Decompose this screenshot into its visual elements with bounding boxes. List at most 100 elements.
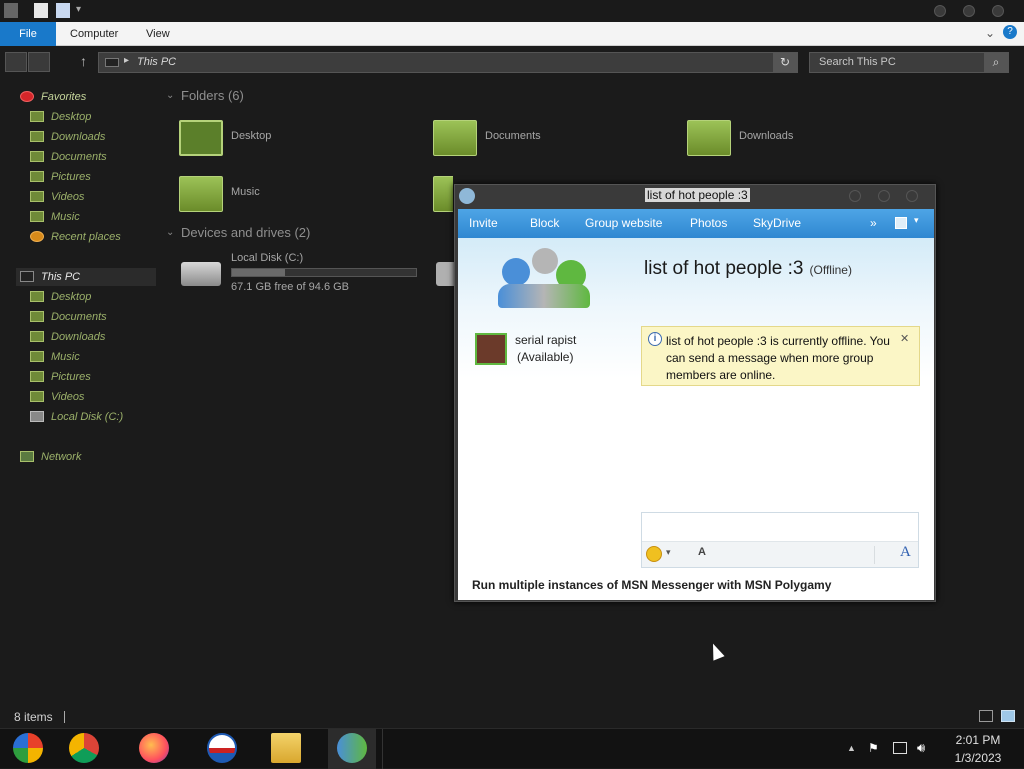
emoticon-dropdown-icon[interactable]: ▾: [666, 547, 671, 558]
address-bar[interactable]: ▸ This PC ↻: [98, 52, 798, 73]
msn-toolbar: Invite Block Group website Photos SkyDri…: [458, 209, 934, 238]
minimize-button[interactable]: [934, 5, 946, 17]
msn-people-icon: [459, 188, 475, 204]
nav-fav-videos[interactable]: Videos: [30, 188, 84, 206]
show-hidden-icons[interactable]: ▲: [847, 743, 856, 753]
maximize-button[interactable]: [963, 5, 975, 17]
start-orb-icon: [13, 733, 43, 763]
action-center-flag-icon[interactable]: ⚑: [868, 741, 882, 755]
taskbar-msn-messenger[interactable]: [328, 729, 376, 769]
expand-ribbon-icon[interactable]: ⌄: [985, 26, 995, 40]
dismiss-notice-icon[interactable]: ✕: [900, 332, 909, 345]
nav-fav-downloads[interactable]: Downloads: [30, 128, 105, 146]
refresh-icon[interactable]: ↻: [773, 53, 797, 72]
font-icon[interactable]: A: [900, 544, 911, 561]
folders-group-header[interactable]: Folders (6): [181, 88, 244, 103]
msn-window-title: list of hot people :3: [645, 188, 750, 202]
nav-pc-downloads[interactable]: Downloads: [30, 328, 105, 346]
tab-file[interactable]: File: [0, 22, 56, 46]
address-row: ↑ ▸ This PC ↻ Search This PC ⌕: [0, 46, 1024, 78]
msn-maximize-button[interactable]: [878, 190, 890, 202]
handwriting-icon[interactable]: [874, 546, 892, 564]
start-button[interactable]: [4, 729, 52, 769]
music-icon: [30, 211, 44, 222]
drive-free-space: 67.1 GB free of 94.6 GB: [231, 281, 350, 293]
tab-computer[interactable]: Computer: [70, 22, 118, 46]
ad-banner-link[interactable]: Run multiple instances of MSN Messenger …: [472, 578, 831, 592]
spell-check-icon[interactable]: A: [698, 546, 706, 558]
nav-pc-local-disk[interactable]: Local Disk (C:): [30, 408, 123, 426]
search-icon[interactable]: ⌕: [984, 53, 1008, 72]
msn-minimize-button[interactable]: [849, 190, 861, 202]
taskbar-firefox[interactable]: [130, 729, 178, 769]
computer-icon: [105, 58, 119, 67]
nav-this-pc[interactable]: This PC: [16, 268, 156, 286]
properties-icon[interactable]: [34, 3, 48, 18]
details-view-icon[interactable]: [979, 710, 993, 722]
clock-time[interactable]: 2:01 PM: [950, 733, 1006, 747]
menu-chevron-icon[interactable]: ▾: [914, 215, 919, 226]
folder-downloads[interactable]: Downloads: [687, 120, 907, 158]
folder-desktop[interactable]: Desktop: [179, 120, 399, 158]
file-explorer-icon: [271, 733, 301, 763]
search-input[interactable]: Search This PC ⌕: [809, 52, 1009, 73]
group-website-button[interactable]: Group website: [585, 216, 662, 230]
dvd-drive-icon[interactable]: [436, 262, 454, 286]
emoticon-icon[interactable]: [646, 546, 662, 562]
folder-music[interactable]: Music: [179, 176, 399, 214]
collapse-devices-icon[interactable]: ⌄: [166, 227, 174, 238]
nav-pc-music[interactable]: Music: [30, 348, 80, 366]
taskbar-file-explorer[interactable]: [262, 729, 310, 769]
drive-icon: [30, 411, 44, 422]
nav-favorites[interactable]: Favorites: [20, 88, 86, 106]
nav-pc-documents[interactable]: Documents: [30, 308, 107, 326]
photos-button[interactable]: Photos: [690, 216, 727, 230]
nav-fav-desktop[interactable]: Desktop: [30, 108, 91, 126]
nav-fav-music[interactable]: Music: [30, 208, 80, 226]
close-button[interactable]: [992, 5, 1004, 17]
nav-fav-documents[interactable]: Documents: [30, 148, 107, 166]
taskbar-separator: [382, 729, 383, 769]
clock-date[interactable]: 1/3/2023: [946, 751, 1010, 765]
nav-network[interactable]: Network: [20, 448, 81, 466]
folder-documents[interactable]: Documents: [433, 120, 653, 158]
items-count: 8 items: [14, 710, 53, 724]
volume-icon[interactable]: 🔊︎: [917, 740, 925, 756]
status-divider: [64, 711, 65, 723]
skydrive-button[interactable]: SkyDrive: [753, 216, 801, 230]
nav-pc-desktop[interactable]: Desktop: [30, 288, 91, 306]
collapse-folders-icon[interactable]: ⌄: [166, 90, 174, 101]
member-avatar[interactable]: [475, 333, 507, 365]
explorer-app-icon[interactable]: [4, 3, 18, 18]
invite-button[interactable]: Invite: [469, 216, 498, 230]
taskbar-chrome[interactable]: [60, 729, 108, 769]
large-icons-view-icon[interactable]: [1001, 710, 1015, 722]
new-folder-icon[interactable]: [56, 3, 70, 18]
network-status-icon[interactable]: [893, 742, 907, 754]
taskbar-obama-app[interactable]: [198, 729, 246, 769]
documents-folder-icon: [433, 120, 477, 156]
nav-pc-videos[interactable]: Videos: [30, 388, 84, 406]
member-name[interactable]: serial rapist: [515, 333, 576, 347]
devices-group-header[interactable]: Devices and drives (2): [181, 225, 310, 240]
drive-local-disk[interactable]: Local Disk (C:) 67.1 GB free of 94.6 GB: [179, 250, 429, 298]
forward-button[interactable]: [28, 52, 50, 72]
documents-icon: [30, 311, 44, 322]
msn-close-button[interactable]: [906, 190, 918, 202]
back-button[interactable]: [5, 52, 27, 72]
up-arrow-icon[interactable]: ↑: [80, 53, 87, 69]
nav-pc-pictures[interactable]: Pictures: [30, 368, 91, 386]
offline-notice-text: list of hot people :3 is currently offli…: [666, 334, 890, 382]
help-icon[interactable]: ?: [1003, 25, 1017, 39]
nav-fav-recent-places[interactable]: Recent places: [30, 228, 121, 246]
customize-quick-access-icon[interactable]: ▾: [76, 4, 81, 15]
toolbar-overflow-icon[interactable]: »: [870, 216, 877, 230]
show-menu-icon[interactable]: [895, 217, 907, 229]
nav-fav-pictures[interactable]: Pictures: [30, 168, 91, 186]
tab-view[interactable]: View: [146, 22, 170, 46]
breadcrumb-chevron-icon[interactable]: ▸: [124, 55, 129, 66]
block-button[interactable]: Block: [530, 216, 559, 230]
folder-partial[interactable]: [433, 176, 453, 214]
obama-logo-icon: [207, 733, 237, 763]
message-input[interactable]: ▾ A A: [641, 512, 919, 568]
